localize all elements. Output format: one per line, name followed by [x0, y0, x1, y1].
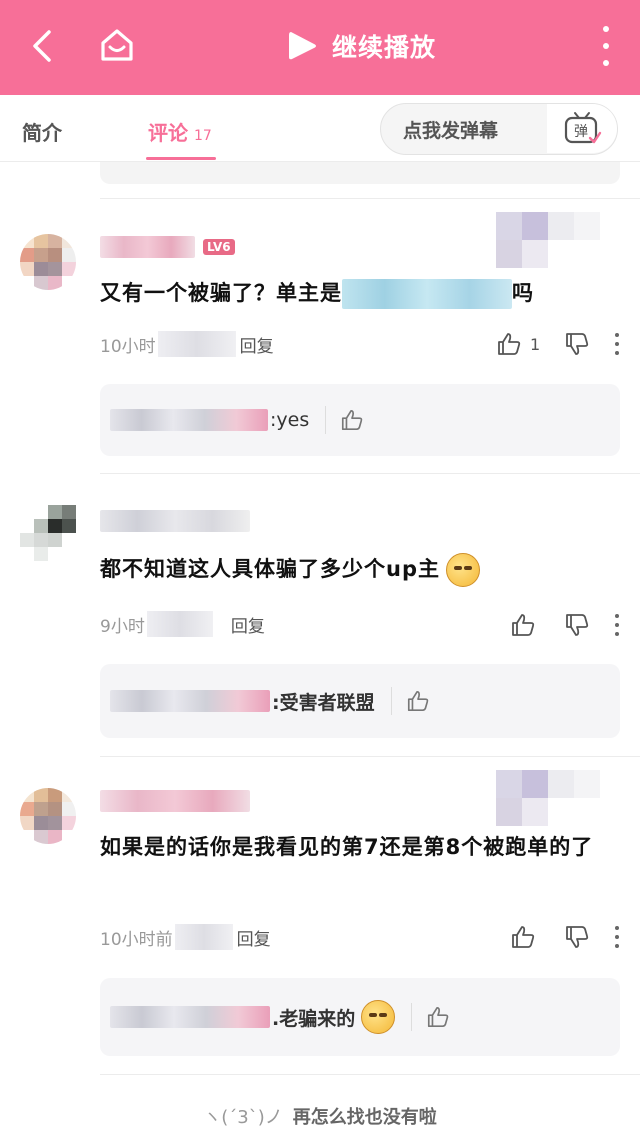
comment-text-part: 又有一个被骗了？单主是: [100, 281, 342, 305]
reply-text: :yes: [270, 409, 310, 431]
comment-text: 都不知道这人具体骗了多少个up主: [100, 550, 620, 588]
thumbs-up-icon: [342, 409, 363, 431]
divider: [100, 473, 640, 474]
more-menu-button[interactable]: [598, 26, 614, 66]
avatar[interactable]: [20, 234, 76, 290]
thumbs-up-icon: [512, 926, 535, 948]
comment-actions: [508, 610, 620, 640]
danmaku-placeholder: 点我发弹幕: [403, 119, 499, 142]
comment-text-part: 都不知道这人具体骗了多少个up主: [100, 557, 440, 581]
chevron-left-icon: [33, 30, 51, 62]
like-button[interactable]: [508, 922, 538, 952]
comment-meta: 9小时 回复: [100, 611, 265, 637]
reply-like-button[interactable]: [390, 687, 430, 715]
comment-time: 9小时: [100, 616, 145, 637]
obscured-text: [342, 279, 512, 309]
username-obscured: [100, 790, 250, 812]
thumbs-down-icon: [566, 926, 589, 948]
end-of-list-message: ヽ(ˊ3ˋ)ノ 再怎么找也没有啦: [0, 1103, 640, 1129]
top-bar: 继续播放: [0, 0, 640, 95]
tab-intro[interactable]: 简介: [22, 117, 62, 146]
danmaku-tv-icon: 弹: [564, 111, 602, 143]
comment-time: 10小时前: [100, 929, 173, 950]
play-icon: [289, 32, 316, 60]
reply-text: :受害者联盟: [272, 691, 375, 714]
reply-username-obscured: [110, 1006, 270, 1028]
continue-play-label: 继续播放: [332, 33, 437, 62]
reply-username-obscured: [110, 409, 268, 431]
like-button[interactable]: [508, 610, 538, 640]
comment-text-part: 吗: [512, 281, 534, 305]
username-obscured: [100, 236, 195, 258]
home-icon: [101, 29, 133, 61]
reply-like-button[interactable]: [325, 406, 364, 434]
reply-preview[interactable]: :yes: [100, 384, 620, 456]
thumbs-up-icon: [498, 333, 521, 355]
reply-text: .老骗来的: [272, 1007, 356, 1030]
avatar[interactable]: [20, 788, 76, 844]
dot-icon: [603, 60, 609, 66]
end-of-list-text: 再怎么找也没有啦: [292, 1107, 437, 1128]
username[interactable]: LV6: [100, 236, 235, 258]
comment-more-button[interactable]: [614, 614, 620, 636]
dot-icon: [603, 26, 609, 32]
reply-button[interactable]: 回复: [240, 332, 274, 357]
reply-button[interactable]: 回复: [237, 925, 271, 950]
tab-comments[interactable]: 评论 17: [148, 117, 212, 146]
comment-actions: 1: [494, 329, 620, 359]
comment-text: 如果是的话你是我看见的第7还是第8个被跑单的了: [100, 835, 594, 859]
comment-text: 又有一个被骗了？单主是 吗: [100, 274, 620, 312]
tearful-emoji-icon: [361, 1000, 396, 1034]
obscured-text: [174, 924, 233, 950]
continue-play-button[interactable]: 继续播放: [286, 24, 436, 68]
like-count: 1: [530, 334, 541, 354]
reply-preview[interactable]: .老骗来的: [100, 978, 620, 1056]
level-badge: LV6: [203, 239, 235, 255]
reply-button[interactable]: 回复: [231, 612, 265, 637]
danmaku-toggle-button[interactable]: 弹: [547, 104, 617, 153]
obscured-text: [146, 611, 213, 637]
comment-more-button[interactable]: [614, 926, 620, 948]
like-button[interactable]: [494, 329, 524, 359]
thumbs-up-icon: [512, 614, 535, 636]
dot-icon: [603, 43, 609, 49]
comment-time: 10小时: [100, 336, 156, 357]
thumbs-up-icon: [428, 1006, 449, 1028]
previous-reply-box-edge: [100, 162, 620, 184]
divider: [100, 198, 640, 199]
reply-preview[interactable]: :受害者联盟: [100, 664, 620, 738]
reply-username-obscured: [110, 690, 270, 712]
active-tab-indicator: [146, 157, 216, 160]
comment-meta: 10小时 回复: [100, 331, 274, 357]
obscured-text: [157, 331, 236, 357]
thumbs-up-icon: [407, 690, 428, 712]
dislike-button[interactable]: [562, 329, 592, 359]
dislike-button[interactable]: [562, 922, 592, 952]
thumbs-down-icon: [566, 614, 589, 636]
tab-comments-label: 评论: [148, 121, 188, 145]
danmaku-icon-label: 弹: [574, 124, 588, 140]
danmaku-input[interactable]: 点我发弹幕 弹: [380, 103, 618, 155]
divider: [100, 1074, 640, 1075]
username-obscured: [100, 510, 250, 532]
comment-count: 17: [194, 128, 212, 144]
avatar[interactable]: [20, 505, 76, 561]
kaomoji: ヽ(ˊ3ˋ)ノ: [203, 1107, 283, 1128]
comment-more-button[interactable]: [614, 333, 620, 355]
dislike-button[interactable]: [562, 610, 592, 640]
back-button[interactable]: [22, 26, 62, 66]
obscured-image: [470, 212, 600, 268]
comment-meta: 10小时前 回复: [100, 924, 271, 950]
home-button[interactable]: [96, 24, 138, 66]
divider: [100, 756, 640, 757]
crying-emoji-icon: [445, 553, 480, 587]
obscured-image: [470, 770, 600, 826]
reply-like-button[interactable]: [411, 1003, 450, 1031]
username[interactable]: [100, 790, 250, 812]
comment-actions: [508, 922, 620, 952]
thumbs-down-icon: [566, 333, 589, 355]
username[interactable]: [100, 510, 250, 532]
